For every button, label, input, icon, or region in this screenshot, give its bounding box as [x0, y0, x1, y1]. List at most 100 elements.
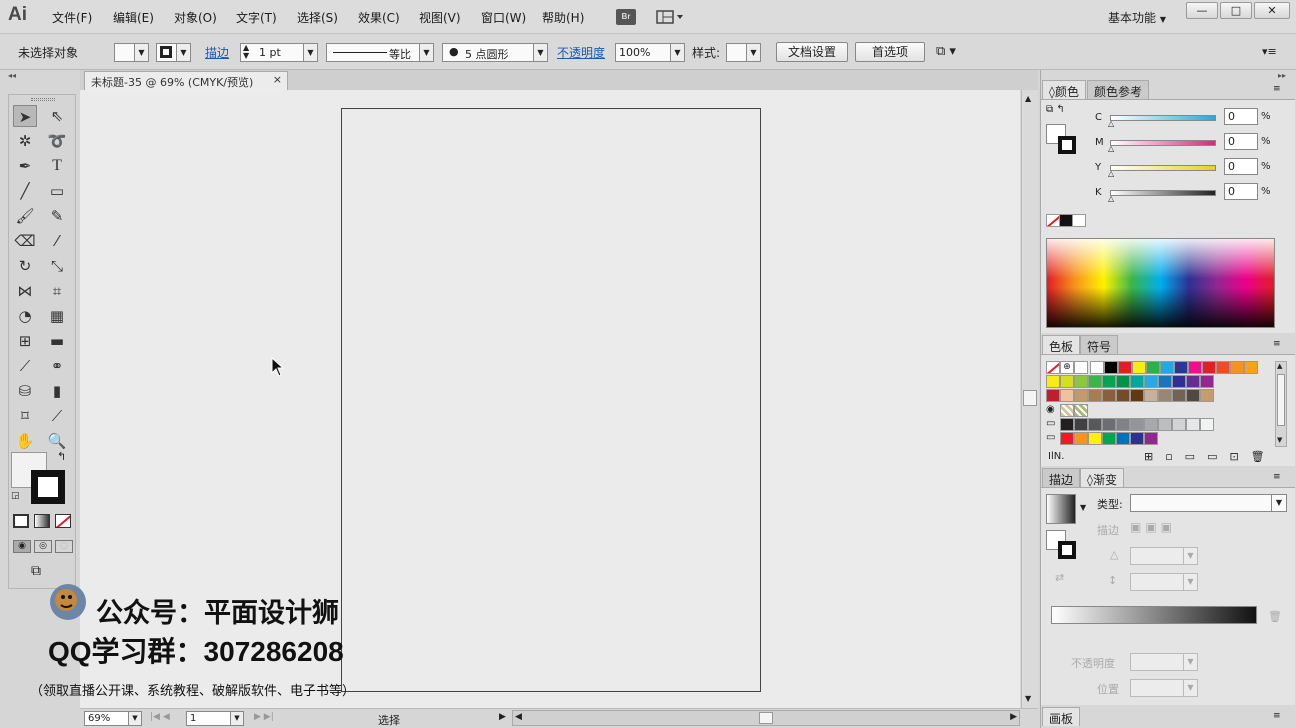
- chevron-down-icon[interactable]: ▼: [1080, 503, 1086, 512]
- color-swatch[interactable]: [1074, 432, 1088, 445]
- width-tool-icon[interactable]: ⋈: [13, 280, 37, 302]
- menu-type[interactable]: 文字(T): [236, 9, 277, 26]
- gradient-position-field[interactable]: ▼: [1130, 679, 1198, 697]
- reverse-gradient-icon[interactable]: ⇄: [1055, 571, 1064, 584]
- color-swatch[interactable]: [1200, 418, 1214, 431]
- grip-icon[interactable]: [31, 98, 55, 101]
- scroll-up-icon[interactable]: ▲: [1025, 94, 1031, 103]
- magic-wand-tool-icon[interactable]: ✲: [13, 130, 37, 152]
- close-button[interactable]: ✕: [1254, 2, 1290, 19]
- vertical-scrollbar[interactable]: ▲ ▼: [1021, 90, 1038, 708]
- delete-stop-icon[interactable]: 🗑: [1268, 610, 1282, 623]
- rotate-tool-icon[interactable]: ↻: [13, 255, 37, 277]
- none-swatch[interactable]: [1046, 214, 1060, 227]
- color-swatch[interactable]: [1046, 375, 1060, 388]
- tab-gradient[interactable]: ◊渐变: [1080, 468, 1124, 487]
- preferences-button[interactable]: 首选项: [855, 42, 925, 62]
- color-swatch[interactable]: [1132, 361, 1146, 374]
- yellow-slider[interactable]: [1110, 165, 1216, 171]
- menu-select[interactable]: 选择(S): [297, 9, 338, 26]
- pattern-swatch[interactable]: [1060, 404, 1074, 417]
- tab-swatches[interactable]: 色板: [1042, 335, 1081, 354]
- direct-selection-tool-icon[interactable]: ⇖: [45, 105, 69, 127]
- color-swatch[interactable]: [1186, 418, 1200, 431]
- color-swatch[interactable]: [1146, 361, 1160, 374]
- draw-normal-icon[interactable]: ◉: [13, 540, 31, 553]
- color-swatch[interactable]: [1116, 389, 1130, 402]
- white-swatch[interactable]: [1072, 214, 1086, 227]
- stroke-profile-dropdown[interactable]: 等比 ▼: [326, 43, 434, 62]
- workspace-switcher[interactable]: 基本功能 ▼: [1108, 9, 1166, 26]
- color-swatch[interactable]: [1144, 375, 1158, 388]
- scroll-down-icon[interactable]: ▼: [1025, 694, 1031, 703]
- arrange-documents-icon[interactable]: [656, 9, 684, 25]
- color-swatch[interactable]: [1090, 361, 1104, 374]
- menu-effect[interactable]: 效果(C): [358, 9, 400, 26]
- artboard-tool-icon[interactable]: ⌑: [13, 405, 37, 427]
- draw-behind-icon[interactable]: ◎: [34, 540, 52, 553]
- folder-icon[interactable]: ▭: [1046, 432, 1055, 443]
- color-swatch[interactable]: [1158, 389, 1172, 402]
- opacity-field[interactable]: 100% ▼: [615, 43, 685, 62]
- pen-tool-icon[interactable]: ✒: [13, 155, 37, 177]
- panel-menu-icon[interactable]: ≡: [1273, 711, 1281, 721]
- slider-handle-icon[interactable]: △: [1108, 169, 1114, 178]
- color-swatch[interactable]: [1088, 389, 1102, 402]
- magenta-value[interactable]: 0: [1224, 133, 1258, 150]
- gradient-mode-icon[interactable]: [34, 514, 50, 528]
- color-swatch[interactable]: [1144, 389, 1158, 402]
- stroke-color-dropdown[interactable]: ▼: [156, 43, 191, 62]
- color-swatch[interactable]: [1102, 418, 1116, 431]
- type-tool-icon[interactable]: T: [45, 155, 69, 177]
- vertical-scroll-thumb[interactable]: [1023, 390, 1037, 406]
- minimize-button[interactable]: —: [1186, 2, 1218, 19]
- gradient-type-dropdown[interactable]: ▼: [1130, 494, 1287, 512]
- slider-handle-icon[interactable]: △: [1108, 194, 1114, 203]
- zoom-field[interactable]: 69% ▼: [84, 711, 142, 726]
- tab-stroke[interactable]: 描边: [1042, 468, 1081, 487]
- color-swatch[interactable]: [1060, 389, 1074, 402]
- cyan-slider[interactable]: [1110, 115, 1216, 121]
- color-swatch[interactable]: [1186, 389, 1200, 402]
- default-colors-icon[interactable]: ◲: [11, 491, 20, 501]
- gradient-slider[interactable]: [1051, 606, 1257, 624]
- none-swatch[interactable]: [1046, 361, 1060, 374]
- color-swatch[interactable]: [1200, 389, 1214, 402]
- swatches-scroll-thumb[interactable]: [1277, 374, 1285, 426]
- black-swatch[interactable]: [1059, 214, 1073, 227]
- color-swatch[interactable]: [1116, 375, 1130, 388]
- color-swatch[interactable]: [1216, 361, 1230, 374]
- bridge-button[interactable]: Br: [616, 9, 636, 25]
- shape-builder-tool-icon[interactable]: ◔: [13, 305, 37, 327]
- stroke-gradient-options-icon[interactable]: ▣▣▣: [1130, 520, 1200, 538]
- color-swatch[interactable]: [1088, 375, 1102, 388]
- document-tab[interactable]: 未标题-35 @ 69% (CMYK/预览) ×: [84, 71, 288, 90]
- color-swatch[interactable]: [1160, 361, 1174, 374]
- first-artboard-icon[interactable]: |◀ ◀: [150, 712, 170, 722]
- slider-handle-icon[interactable]: △: [1108, 119, 1114, 128]
- scroll-up-icon[interactable]: ▲: [1277, 362, 1282, 370]
- status-menu-icon[interactable]: ▶: [499, 712, 506, 722]
- eraser-tool-icon[interactable]: ⁄: [45, 230, 69, 252]
- gradient-stroke-swatch[interactable]: [1058, 541, 1076, 559]
- black-slider[interactable]: [1110, 190, 1216, 196]
- brush-dropdown[interactable]: ● 5 点圆形 ▼: [442, 43, 548, 62]
- arrange-icon[interactable]: ⧉ ▾: [936, 44, 956, 59]
- registration-swatch[interactable]: ⊕: [1060, 361, 1074, 374]
- scale-tool-icon[interactable]: ⤡: [45, 255, 69, 277]
- lasso-tool-icon[interactable]: ➰: [45, 130, 69, 152]
- perspective-grid-tool-icon[interactable]: ▦: [45, 305, 69, 327]
- none-mode-icon[interactable]: [55, 514, 71, 528]
- folder-icon[interactable]: ▭: [1046, 418, 1055, 429]
- color-swatch[interactable]: [1116, 418, 1130, 431]
- draw-inside-icon[interactable]: ◌: [55, 540, 73, 553]
- cyan-value[interactable]: 0: [1224, 108, 1258, 125]
- horizontal-scroll-thumb[interactable]: [759, 712, 773, 724]
- artboard[interactable]: [341, 108, 761, 692]
- color-swatch[interactable]: [1244, 361, 1258, 374]
- magenta-slider[interactable]: [1110, 140, 1216, 146]
- color-swatch[interactable]: [1200, 375, 1214, 388]
- color-swatch[interactable]: [1130, 432, 1144, 445]
- paintbrush-tool-icon[interactable]: 🖌: [13, 205, 37, 227]
- color-swatch[interactable]: [1130, 389, 1144, 402]
